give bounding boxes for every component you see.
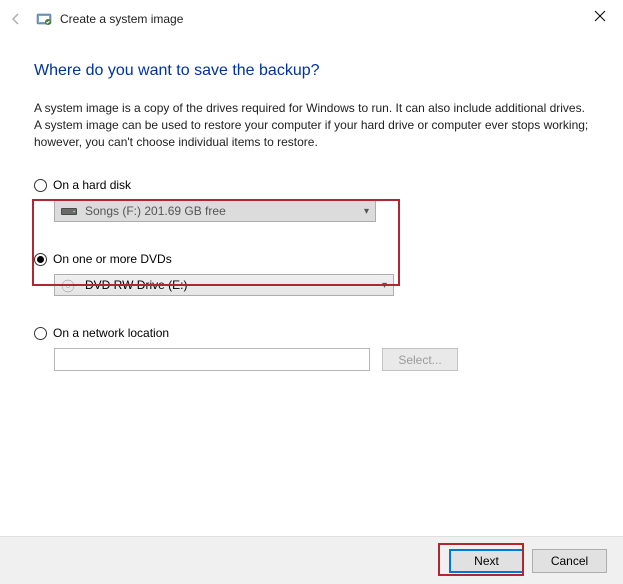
bottom-bar: Next Cancel bbox=[0, 536, 623, 584]
network-path-input[interactable] bbox=[54, 348, 370, 371]
next-button[interactable]: Next bbox=[449, 549, 524, 573]
app-icon bbox=[36, 11, 52, 27]
radio-network[interactable] bbox=[34, 327, 47, 340]
select-button: Select... bbox=[382, 348, 458, 371]
content-area: Where do you want to save the backup? A … bbox=[0, 38, 623, 371]
window-title: Create a system image bbox=[60, 12, 183, 26]
chevron-down-icon: ▾ bbox=[364, 206, 369, 217]
label-dvd: On one or more DVDs bbox=[53, 252, 172, 266]
chevron-down-icon: ▾ bbox=[382, 280, 387, 291]
label-hard-disk: On a hard disk bbox=[53, 178, 131, 192]
option-dvd: On one or more DVDs DVD RW Drive (E:) ▾ bbox=[34, 252, 589, 296]
dvd-value: DVD RW Drive (E:) bbox=[85, 278, 382, 292]
cancel-button[interactable]: Cancel bbox=[532, 549, 607, 573]
dropdown-dvd[interactable]: DVD RW Drive (E:) ▾ bbox=[54, 274, 394, 296]
radio-dvd[interactable] bbox=[34, 253, 47, 266]
hard-disk-value: Songs (F:) 201.69 GB free bbox=[85, 204, 364, 218]
label-network: On a network location bbox=[53, 326, 169, 340]
option-hard-disk: On a hard disk Songs (F:) 201.69 GB free… bbox=[34, 178, 589, 222]
titlebar: Create a system image bbox=[0, 0, 623, 38]
option-network: On a network location Select... bbox=[34, 326, 589, 371]
close-button[interactable] bbox=[577, 0, 623, 32]
hdd-icon bbox=[61, 205, 77, 217]
radio-hard-disk[interactable] bbox=[34, 179, 47, 192]
dropdown-hard-disk[interactable]: Songs (F:) 201.69 GB free ▾ bbox=[54, 200, 376, 222]
description-text: A system image is a copy of the drives r… bbox=[34, 100, 589, 150]
page-heading: Where do you want to save the backup? bbox=[34, 62, 589, 80]
disc-icon bbox=[61, 279, 77, 291]
back-button bbox=[0, 0, 32, 38]
